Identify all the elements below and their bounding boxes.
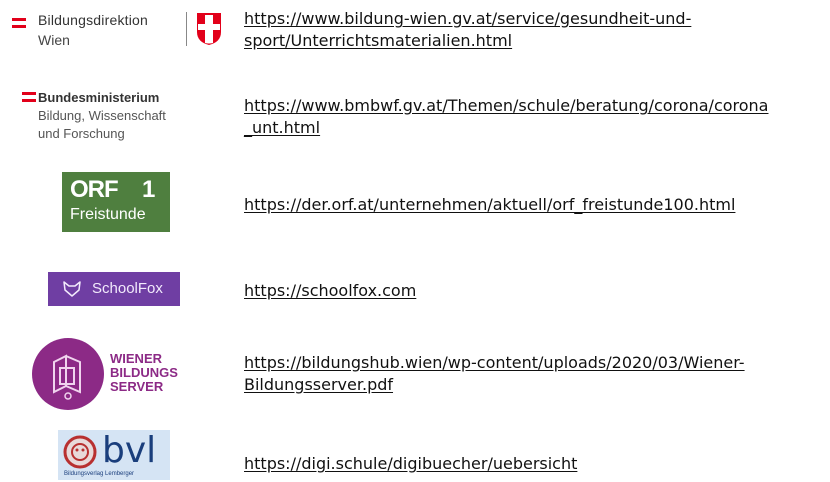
digi-schule-link[interactable]: https://digi.schule/digibuecher/uebersic… <box>244 453 577 475</box>
book-icon <box>53 354 81 400</box>
austria-flag-stripe <box>22 99 36 102</box>
bildung-wien-link[interactable]: https://www.bildung-wien.gv.at/service/g… <box>244 8 691 52</box>
schoolfox-link[interactable]: https://schoolfox.com <box>244 280 416 302</box>
schoolfox-title: SchoolFox <box>92 280 163 297</box>
bmbwf-line: Bildung, Wissenschaft <box>38 108 166 123</box>
bildungsserver-link[interactable]: https://bildungshub.wien/wp-content/uplo… <box>244 352 745 396</box>
link-line: https://bildungshub.wien/wp-content/uplo… <box>244 353 745 372</box>
orf-link[interactable]: https://der.orf.at/unternehmen/aktuell/o… <box>244 194 735 216</box>
austria-flag-icon <box>22 92 36 95</box>
wbs-circle <box>32 338 104 410</box>
bildungsdirektion-subtitle: Wien <box>38 32 70 48</box>
logo-separator <box>186 12 187 46</box>
bvl-logo: bvl Bildungsverlag Lemberger <box>58 430 170 480</box>
bvl-wordmark: bvl <box>102 430 157 471</box>
link-line: Bildungsserver.pdf <box>244 375 394 394</box>
vienna-shield-icon <box>197 13 221 45</box>
bildungsdirektion-title: Bildungsdirektion <box>38 12 149 28</box>
bildungsdirektion-logo: Bildungsdirektion Wien <box>8 8 226 52</box>
link-line: https://digi.schule/digibuecher/uebersic… <box>244 454 578 473</box>
wiener-bildungsserver-logo: WIENER BILDUNGS SERVER <box>28 336 198 412</box>
orf-subtitle: Freistunde <box>70 206 146 223</box>
wbs-line: SERVER <box>110 379 164 394</box>
lion-icon <box>63 435 97 469</box>
austria-flag-stripe <box>12 25 26 28</box>
link-line: https://schoolfox.com <box>244 281 417 300</box>
orf-channel-number: 1 <box>142 176 156 203</box>
bmbwf-link[interactable]: https://www.bmbwf.gv.at/Themen/schule/be… <box>244 95 768 139</box>
link-line: https://der.orf.at/unternehmen/aktuell/o… <box>244 195 736 214</box>
link-line: https://www.bildung-wien.gv.at/service/g… <box>244 9 692 28</box>
bmbwf-line: und Forschung <box>38 126 125 141</box>
link-line: sport/Unterrichtsmaterialien.html <box>244 31 513 50</box>
bvl-subtitle: Bildungsverlag Lemberger <box>64 471 135 477</box>
bmbwf-title: Bundesministerium <box>38 90 160 105</box>
schoolfox-logo: SchoolFox <box>48 272 180 306</box>
austria-flag-icon <box>12 18 26 21</box>
fox-icon <box>63 281 81 297</box>
orf-wordmark: ORF <box>70 176 119 203</box>
orf-freistunde-logo: ORF 1 Freistunde <box>62 172 170 232</box>
link-line: _unt.html <box>244 118 321 137</box>
bmbwf-logo: Bundesministerium Bildung, Wissenschaft … <box>18 88 228 148</box>
link-line: https://www.bmbwf.gv.at/Themen/schule/be… <box>244 96 769 115</box>
wbs-line: BILDUNGS <box>110 365 178 380</box>
wbs-line: WIENER <box>110 351 162 366</box>
